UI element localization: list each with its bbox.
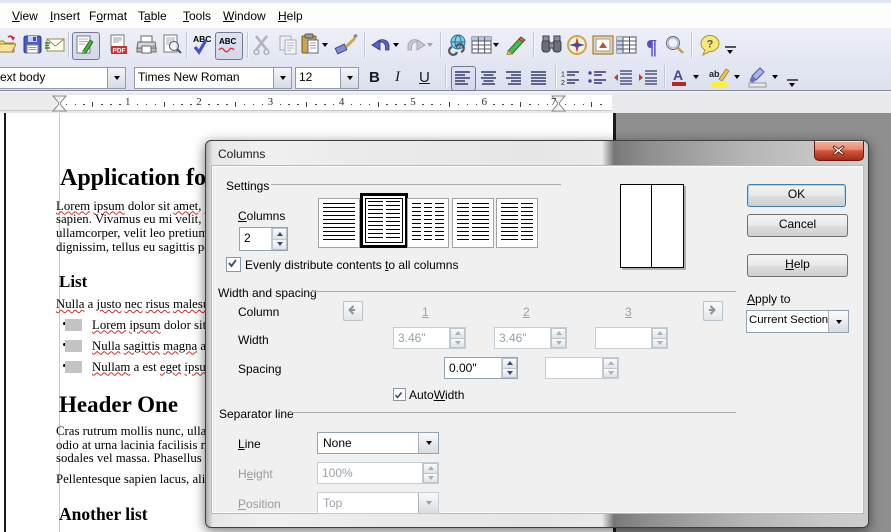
svg-text:ABC: ABC (219, 37, 237, 46)
svg-text:ab: ab (709, 69, 720, 79)
svg-text:PDF: PDF (113, 48, 126, 55)
svg-text:1: 1 (561, 72, 565, 79)
svg-text:?: ? (707, 39, 714, 51)
svg-text:2: 2 (561, 80, 565, 86)
svg-text:ABC: ABC (193, 34, 211, 44)
